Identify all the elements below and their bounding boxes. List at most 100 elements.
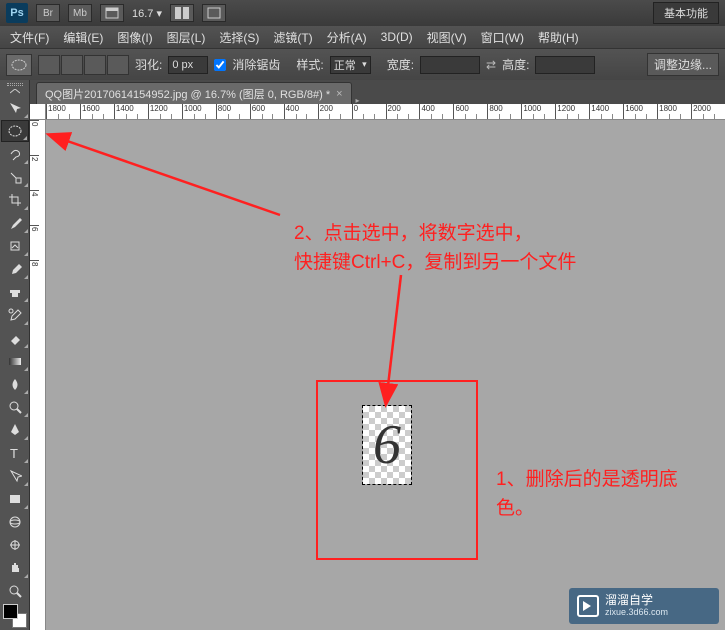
ruler-tick: 1200: [148, 104, 182, 119]
annotation-step2: 2、点击选中，将数字选中， 快捷键Ctrl+C，复制到另一个文件: [294, 220, 576, 277]
type-tool[interactable]: T: [1, 442, 29, 464]
minibridge-button[interactable]: Mb: [68, 4, 92, 22]
ruler-tick: 400: [419, 104, 453, 119]
3d-rotate-tool[interactable]: [1, 511, 29, 533]
menu-view[interactable]: 视图(V): [421, 27, 473, 48]
menu-layer[interactable]: 图层(L): [161, 27, 212, 48]
screen-mode-button[interactable]: [100, 4, 124, 22]
move-tool[interactable]: [1, 97, 29, 119]
play-icon: [577, 595, 599, 617]
watermark: 溜溜自学 zixue.3d66.com: [569, 588, 719, 624]
quick-selection-tool[interactable]: [1, 166, 29, 188]
menu-help[interactable]: 帮助(H): [532, 27, 585, 48]
3d-camera-tool[interactable]: [1, 534, 29, 556]
shape-tool[interactable]: [1, 488, 29, 510]
close-tab-icon[interactable]: ×: [336, 88, 342, 100]
toolbox-grip[interactable]: [0, 80, 29, 88]
ruler-tick: 800: [487, 104, 521, 119]
ruler-tick: 1600: [623, 104, 657, 119]
blur-tool[interactable]: [1, 373, 29, 395]
eyedropper-tool[interactable]: [1, 212, 29, 234]
extras-button[interactable]: [202, 4, 226, 22]
ruler-origin[interactable]: [30, 104, 46, 120]
width-input: [420, 56, 480, 74]
canvas[interactable]: 6 2、点击选中，将数字选中， 快捷键Ctrl+C，复制到另一个文件 1、删除后…: [46, 120, 725, 630]
app-logo: Ps: [6, 3, 28, 23]
tool-preset-icon[interactable]: [6, 54, 32, 76]
selection-subtract[interactable]: [84, 55, 106, 75]
horizontal-ruler[interactable]: 1800 1600 1400 1200 1000 800 600 400 200…: [46, 104, 725, 120]
workspace: T QQ图片20170614154952.jpg @ 16.7% (图层 0, …: [0, 80, 725, 630]
ruler-tick: 200: [386, 104, 420, 119]
healing-brush-tool[interactable]: [1, 235, 29, 257]
menu-3d[interactable]: 3D(D): [375, 28, 419, 46]
history-brush-tool[interactable]: [1, 304, 29, 326]
ruler-tick: 600: [250, 104, 284, 119]
title-bar: Ps Br Mb 16.7 ▾ 基本功能: [0, 0, 725, 26]
ruler-tick: 1800: [657, 104, 691, 119]
selection-new[interactable]: [38, 55, 60, 75]
document-area: QQ图片20170614154952.jpg @ 16.7% (图层 0, RG…: [30, 80, 725, 630]
watermark-text: 溜溜自学 zixue.3d66.com: [605, 594, 668, 617]
document-tab[interactable]: QQ图片20170614154952.jpg @ 16.7% (图层 0, RG…: [36, 82, 352, 104]
watermark-brand: 溜溜自学: [605, 594, 668, 607]
menu-analysis[interactable]: 分析(A): [321, 27, 373, 48]
menu-window[interactable]: 窗口(W): [475, 27, 530, 48]
eraser-tool[interactable]: [1, 327, 29, 349]
selection-add[interactable]: [61, 55, 83, 75]
menu-image[interactable]: 图像(I): [111, 27, 158, 48]
menu-select[interactable]: 选择(S): [213, 27, 265, 48]
foreground-color-swatch[interactable]: [3, 604, 18, 619]
lasso-tool[interactable]: [1, 143, 29, 165]
dodge-tool[interactable]: [1, 396, 29, 418]
toolbox-collapse-icon[interactable]: [0, 88, 29, 96]
toolbox: T: [0, 80, 30, 630]
menu-bar: 文件(F) 编辑(E) 图像(I) 图层(L) 选择(S) 滤镜(T) 分析(A…: [0, 26, 725, 48]
clone-stamp-tool[interactable]: [1, 281, 29, 303]
annotation-step1: 1、删除后的是透明底色。: [496, 466, 696, 523]
zoom-tool[interactable]: [1, 580, 29, 602]
refine-edge-button[interactable]: 调整边缘...: [647, 53, 719, 76]
ruler-tick: 2: [30, 155, 39, 190]
watermark-url: zixue.3d66.com: [605, 608, 668, 618]
swap-dims-icon[interactable]: ⇄: [486, 58, 496, 72]
antialias-checkbox[interactable]: [214, 59, 226, 71]
hand-tool[interactable]: [1, 557, 29, 579]
ruler-tick: 800: [216, 104, 250, 119]
vertical-ruler[interactable]: 0 2 4 6 8: [30, 120, 46, 630]
document-tabstrip: QQ图片20170614154952.jpg @ 16.7% (图层 0, RG…: [30, 80, 725, 104]
feather-label: 羽化:: [135, 56, 162, 73]
ruler-tick: 6: [30, 225, 39, 260]
svg-text:T: T: [10, 446, 18, 460]
ruler-tick: 8: [30, 260, 39, 295]
ruler-tick: 1400: [114, 104, 148, 119]
crop-tool[interactable]: [1, 189, 29, 211]
style-select[interactable]: 正常: [330, 56, 371, 74]
ruler-tick: 1600: [80, 104, 114, 119]
brush-tool[interactable]: [1, 258, 29, 280]
ruler-tick: 4: [30, 190, 39, 225]
workspace-switcher[interactable]: 基本功能: [653, 2, 719, 24]
width-label: 宽度:: [387, 56, 414, 73]
menu-file[interactable]: 文件(F): [4, 27, 55, 48]
gradient-tool[interactable]: [1, 350, 29, 372]
style-label: 样式:: [296, 56, 323, 73]
pen-tool[interactable]: [1, 419, 29, 441]
annotation-frame: [316, 380, 478, 560]
ruler-tick: 1800: [46, 104, 80, 119]
antialias-label: 消除锯齿: [232, 56, 280, 73]
bridge-button[interactable]: Br: [36, 4, 60, 22]
ruler-tick: 600: [453, 104, 487, 119]
selection-intersect[interactable]: [107, 55, 129, 75]
menu-edit[interactable]: 编辑(E): [57, 27, 109, 48]
ruler-tick: 1200: [555, 104, 589, 119]
color-swatches[interactable]: [3, 604, 27, 628]
feather-input[interactable]: [168, 56, 208, 74]
zoom-select[interactable]: 16.7 ▾: [132, 7, 162, 20]
menu-filter[interactable]: 滤镜(T): [267, 27, 318, 48]
arrange-button[interactable]: [170, 4, 194, 22]
document-tab-title: QQ图片20170614154952.jpg @ 16.7% (图层 0, RG…: [45, 86, 330, 102]
path-selection-tool[interactable]: [1, 465, 29, 487]
ruler-tick: 400: [284, 104, 318, 119]
elliptical-marquee-tool[interactable]: [1, 120, 29, 142]
